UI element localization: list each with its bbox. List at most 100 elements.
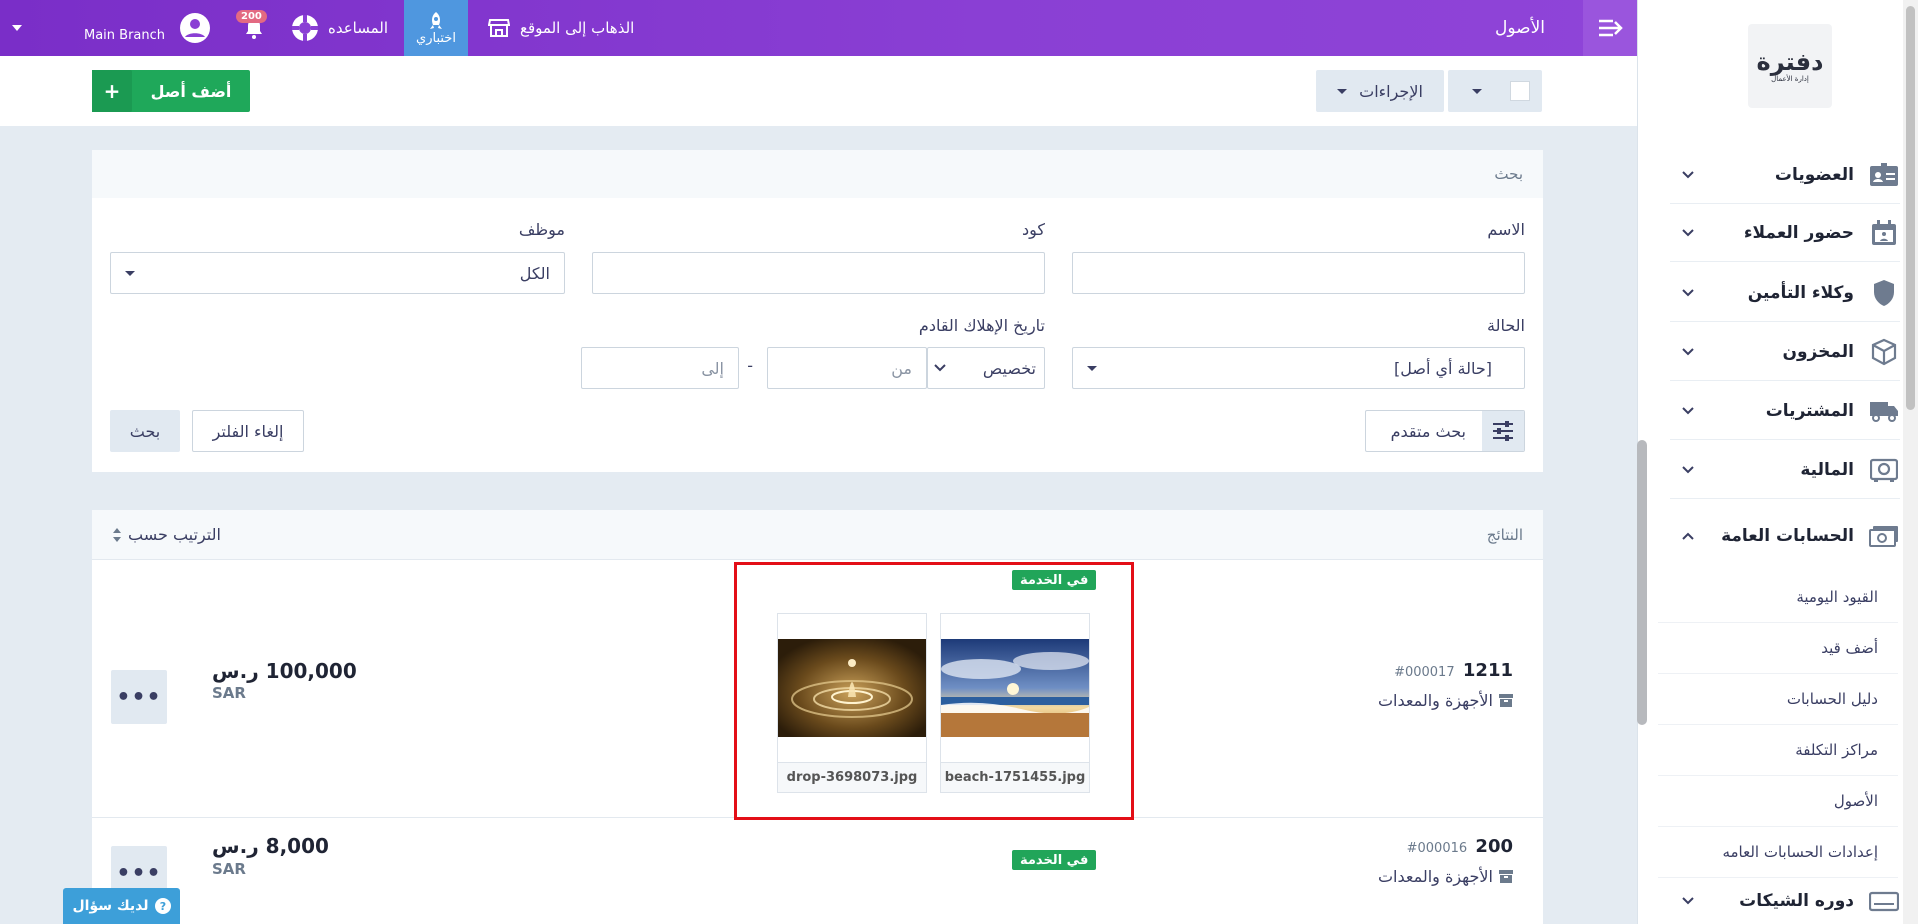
sidebar-subitem-journal-entries[interactable]: القيود اليومية <box>1658 572 1898 623</box>
actions-dropdown-button[interactable]: الإجراءات <box>1316 70 1444 112</box>
depreciation-date-label: تاريخ الإهلاك القادم <box>918 316 1045 335</box>
logo-subtext: إدارة الأعمال <box>1771 75 1809 83</box>
code-label: كود <box>1021 220 1045 239</box>
chevron-down-icon <box>1678 170 1698 179</box>
table-row[interactable]: 200 #000016 الأجهزة والمعدات في الخدمة 8… <box>92 818 1543 924</box>
sidebar-item-memberships[interactable]: العضويات <box>1670 146 1900 204</box>
sidebar-item-finance[interactable]: المالية <box>1670 441 1900 499</box>
search-button-label: بحث <box>129 421 161 441</box>
sidebar-item-cheque-cycle[interactable]: دوره الشيكات <box>1670 878 1900 924</box>
sidebar-item-label: المشتريات <box>1765 400 1854 421</box>
plus-icon: + <box>92 70 132 112</box>
date-from-input[interactable]: من <box>767 347 927 389</box>
asset-code-value: 1211 <box>1462 660 1513 681</box>
sidebar-item-label: وكلاء التأمين <box>1747 282 1854 303</box>
asset-number: #000016 <box>1406 841 1468 856</box>
add-asset-button[interactable]: + أضف أصل <box>92 70 250 112</box>
help-label: المساعده <box>328 19 389 37</box>
sidebar: دفترة إدارة الأعمال العضويات حضور العملا… <box>1637 0 1920 924</box>
truck-icon <box>1868 397 1900 425</box>
sidebar-scrollbar[interactable] <box>1903 0 1918 924</box>
results-header: النتائج الترتيب حسب <box>92 510 1543 560</box>
test-mode-button[interactable]: اختباري <box>404 0 468 56</box>
sidebar-item-label: العضويات <box>1774 164 1854 185</box>
employee-label: موظف <box>518 220 565 239</box>
go-to-site-label: الذهاب إلى الموقع <box>520 19 635 37</box>
actions-label: الإجراءات <box>1359 81 1423 101</box>
sidebar-item-inventory[interactable]: المخزون <box>1670 323 1900 381</box>
user-menu[interactable]: Main Branch <box>84 0 211 56</box>
date-separator: - <box>747 356 753 375</box>
logo-text: دفترة <box>1756 48 1824 76</box>
chevron-up-icon <box>1678 532 1698 540</box>
employee-value: الكل <box>519 263 550 283</box>
clear-filter-button[interactable]: إلغاء الفلتر <box>192 410 304 452</box>
asset-category: الأجهزة والمعدات <box>1378 867 1513 886</box>
sidebar-item-insurance-agents[interactable]: وكلاء التأمين <box>1670 264 1900 322</box>
code-input[interactable] <box>592 252 1045 294</box>
results-title: النتائج <box>1486 525 1523 544</box>
asset-code: 200 #000016 <box>1407 836 1513 857</box>
more-options-button[interactable]: ••• <box>111 670 167 724</box>
sidebar-subitem-cost-centers[interactable]: مراكز التكلفة <box>1658 725 1898 776</box>
sidebar-item-purchases[interactable]: المشتريات <box>1670 382 1900 440</box>
asset-code-value: 200 <box>1475 836 1513 857</box>
sidebar-item-label: دوره الشيكات <box>1739 891 1854 911</box>
asset-amount: 8,000 ر.س <box>212 834 329 858</box>
help-link[interactable]: المساعده <box>290 0 388 56</box>
calendar-icon <box>1868 219 1900 247</box>
date-to-input[interactable]: إلى <box>581 347 739 389</box>
sort-by-button[interactable]: الترتيب حسب <box>112 525 221 544</box>
notification-badge: 200 <box>236 10 267 23</box>
sidebar-subitem-assets[interactable]: الأصول <box>1658 776 1898 827</box>
sidebar-subitem-general-accounts-settings[interactable]: إعدادات الحسابات العامه <box>1658 827 1898 878</box>
branch-dropdown-icon[interactable] <box>12 0 22 56</box>
name-input[interactable] <box>1072 252 1525 294</box>
sidebar-subitem-chart-of-accounts[interactable]: دليل الحسابات <box>1658 674 1898 725</box>
sidebar-subitem-add-entry[interactable]: أضف قيد <box>1658 623 1898 674</box>
status-label: الحالة <box>1487 316 1525 335</box>
chevron-down-icon <box>1678 288 1698 297</box>
sidebar-item-label: المخزون <box>1782 341 1854 362</box>
chevron-down-icon <box>1337 88 1348 94</box>
scrollbar-thumb[interactable] <box>1906 6 1915 410</box>
archive-icon <box>1499 870 1513 883</box>
date-from-placeholder: من <box>891 358 912 378</box>
name-label: الاسم <box>1487 220 1525 239</box>
sidebar-item-client-attendance[interactable]: حضور العملاء <box>1670 204 1900 262</box>
chevron-down-icon[interactable] <box>1472 88 1482 94</box>
sidebar-item-general-accounts[interactable]: الحسابات العامة <box>1670 500 1900 572</box>
asset-number: #000017 <box>1394 665 1455 680</box>
notifications-button[interactable]: 200 <box>236 0 267 56</box>
chevron-down-icon <box>934 364 946 372</box>
sliders-icon <box>1482 411 1524 451</box>
safe-icon <box>1868 456 1900 484</box>
sidebar-toggle-button[interactable] <box>1583 0 1637 56</box>
date-mode-value: تخصيص <box>982 358 1036 378</box>
top-bar: الأصول الذهاب إلى الموقع اختباري المساعد… <box>0 0 1637 56</box>
search-panel-header: بحث <box>92 150 1543 198</box>
select-all-control[interactable] <box>1448 70 1542 112</box>
lifebuoy-icon <box>292 15 318 41</box>
asset-category: الأجهزة والمعدات <box>1378 691 1513 710</box>
logo[interactable]: دفترة إدارة الأعمال <box>1748 24 1832 108</box>
select-all-checkbox[interactable] <box>1510 81 1530 101</box>
clear-filter-label: إلغاء الفلتر <box>212 421 284 441</box>
date-mode-select[interactable]: تخصيص <box>927 347 1045 389</box>
advanced-search-button[interactable]: بحث متقدم <box>1365 410 1525 452</box>
go-to-site-link[interactable]: الذهاب إلى الموقع <box>488 0 634 56</box>
question-circle-icon: ? <box>154 898 171 914</box>
chevron-down-icon <box>1678 228 1698 237</box>
money-icon <box>1868 522 1900 550</box>
chevron-down-icon <box>1678 897 1698 905</box>
ellipsis-icon: ••• <box>116 860 162 886</box>
employee-select[interactable]: الكل <box>110 252 565 294</box>
chevron-down-icon <box>1087 365 1097 371</box>
chevron-down-icon <box>1678 406 1698 415</box>
asset-code: 1211 #000017 <box>1394 660 1513 681</box>
sidebar-item-label: حضور العملاء <box>1743 222 1854 243</box>
search-button[interactable]: بحث <box>110 410 180 452</box>
status-select[interactable]: [حالة أي أصل] <box>1072 347 1525 389</box>
ask-question-button[interactable]: ? لديك سؤال <box>63 888 180 924</box>
archive-icon <box>1499 694 1513 707</box>
